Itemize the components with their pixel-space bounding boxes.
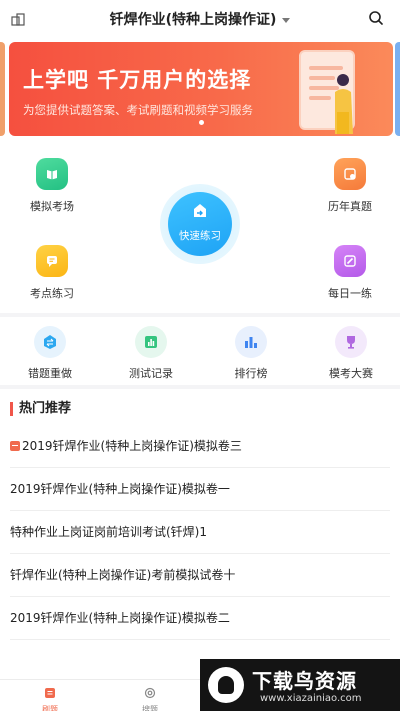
quick-arrow-icon: [194, 204, 206, 217]
banner-prev-peek[interactable]: [0, 42, 5, 136]
bird-logo-icon: [208, 667, 244, 703]
quick-practice-label: 快速练习: [179, 230, 221, 242]
subject-selector[interactable]: 钎焊作业(特种上岗操作证): [0, 9, 400, 29]
tab-practice[interactable]: 刷题: [20, 684, 80, 711]
trophy-icon: [335, 326, 367, 358]
banner-carousel: 上学吧 千万用户的选择 为您提供试题答案、考试刷题和视频学习服务: [0, 38, 400, 143]
list-item-title: 2019钎焊作业(特种上岗操作证)模拟卷二: [10, 611, 230, 625]
watermark-brand: 下载鸟资源: [252, 669, 357, 693]
mock-contest-label: 模考大赛: [329, 367, 373, 380]
list-item[interactable]: 2019钎焊作业(特种上岗操作证)模拟卷二: [10, 597, 390, 640]
chart-icon: [135, 326, 167, 358]
person-illustration: [335, 74, 353, 134]
secondary-tools: 错题重做 测试记录 排行榜 模考大赛: [0, 317, 400, 385]
list-item[interactable]: 2019钎焊作业(特种上岗操作证)模拟卷一: [10, 468, 390, 511]
daily-practice-label: 每日一练: [328, 287, 372, 300]
section-title: 热门推荐: [10, 402, 71, 416]
past-papers-label: 历年真题: [328, 200, 372, 213]
tab-search[interactable]: 搜题: [120, 684, 180, 711]
list-item-title: 2019钎焊作业(特种上岗操作证)模拟卷一: [10, 482, 230, 496]
carousel-indicator: [199, 120, 204, 125]
hot-recommendations: 热门推荐 2019钎焊作业(特种上岗操作证)模拟卷三 2019钎焊作业(特种上岗…: [0, 389, 400, 679]
list-item-title: 2019钎焊作业(特种上岗操作证)模拟卷三: [22, 439, 242, 453]
top-bar: 钎焊作业(特种上岗操作证): [0, 0, 400, 38]
page-title: 钎焊作业(特种上岗操作证): [109, 12, 277, 28]
wrong-redo-button[interactable]: 错题重做: [10, 326, 90, 381]
banner-subtitle: 为您提供试题答案、考试刷题和视频学习服务: [23, 103, 253, 117]
list-item-title: 钎焊作业(特种上岗操作证)考前模拟试卷十: [10, 568, 236, 582]
practice-icon: [45, 688, 55, 698]
list-item-title: 特种作业上岗证岗前培训考试(钎焊)1: [10, 525, 207, 539]
watermark-url: www.xiazainiao.com: [260, 693, 362, 704]
topic-practice-button[interactable]: 考点练习: [12, 245, 92, 301]
calendar-icon: [334, 158, 366, 190]
bar-chart-icon: [235, 326, 267, 358]
search-icon[interactable]: [368, 10, 384, 26]
tab-search-label: 搜题: [142, 705, 158, 711]
ranking-button[interactable]: 排行榜: [211, 326, 291, 381]
chat-icon: [36, 245, 68, 277]
quick-practice-button[interactable]: 快速练习: [160, 184, 240, 264]
banner-slide[interactable]: 上学吧 千万用户的选择 为您提供试题答案、考试刷题和视频学习服务: [9, 42, 393, 136]
list-item[interactable]: 钎焊作业(特种上岗操作证)考前模拟试卷十: [10, 554, 390, 597]
list-item[interactable]: 特种作业上岗证岗前培训考试(钎焊)1: [10, 511, 390, 554]
edit-icon: [334, 245, 366, 277]
mock-contest-button[interactable]: 模考大赛: [311, 326, 391, 381]
book-icon: [36, 158, 68, 190]
redo-icon: [34, 326, 66, 358]
past-papers-button[interactable]: 历年真题: [310, 158, 390, 214]
topic-practice-label: 考点练习: [30, 287, 74, 300]
daily-practice-button[interactable]: 每日一练: [310, 245, 390, 301]
banner-headline: 上学吧 千万用户的选择: [23, 68, 252, 92]
chevron-down-icon: [282, 17, 291, 23]
ranking-label: 排行榜: [234, 367, 268, 380]
list-item[interactable]: 2019钎焊作业(特种上岗操作证)模拟卷三: [10, 425, 390, 468]
test-records-label: 测试记录: [129, 367, 173, 380]
wrong-redo-label: 错题重做: [28, 367, 72, 380]
watermark: 下载鸟资源 www.xiazainiao.com: [200, 659, 400, 711]
mock-exam-button[interactable]: 模拟考场: [12, 158, 92, 214]
paper-tag-icon: [10, 441, 20, 451]
at-search-icon: [144, 687, 156, 699]
tab-practice-label: 刷题: [42, 705, 58, 711]
mock-exam-label: 模拟考场: [30, 200, 74, 213]
banner-next-peek[interactable]: [395, 42, 400, 136]
test-records-button[interactable]: 测试记录: [111, 326, 191, 381]
